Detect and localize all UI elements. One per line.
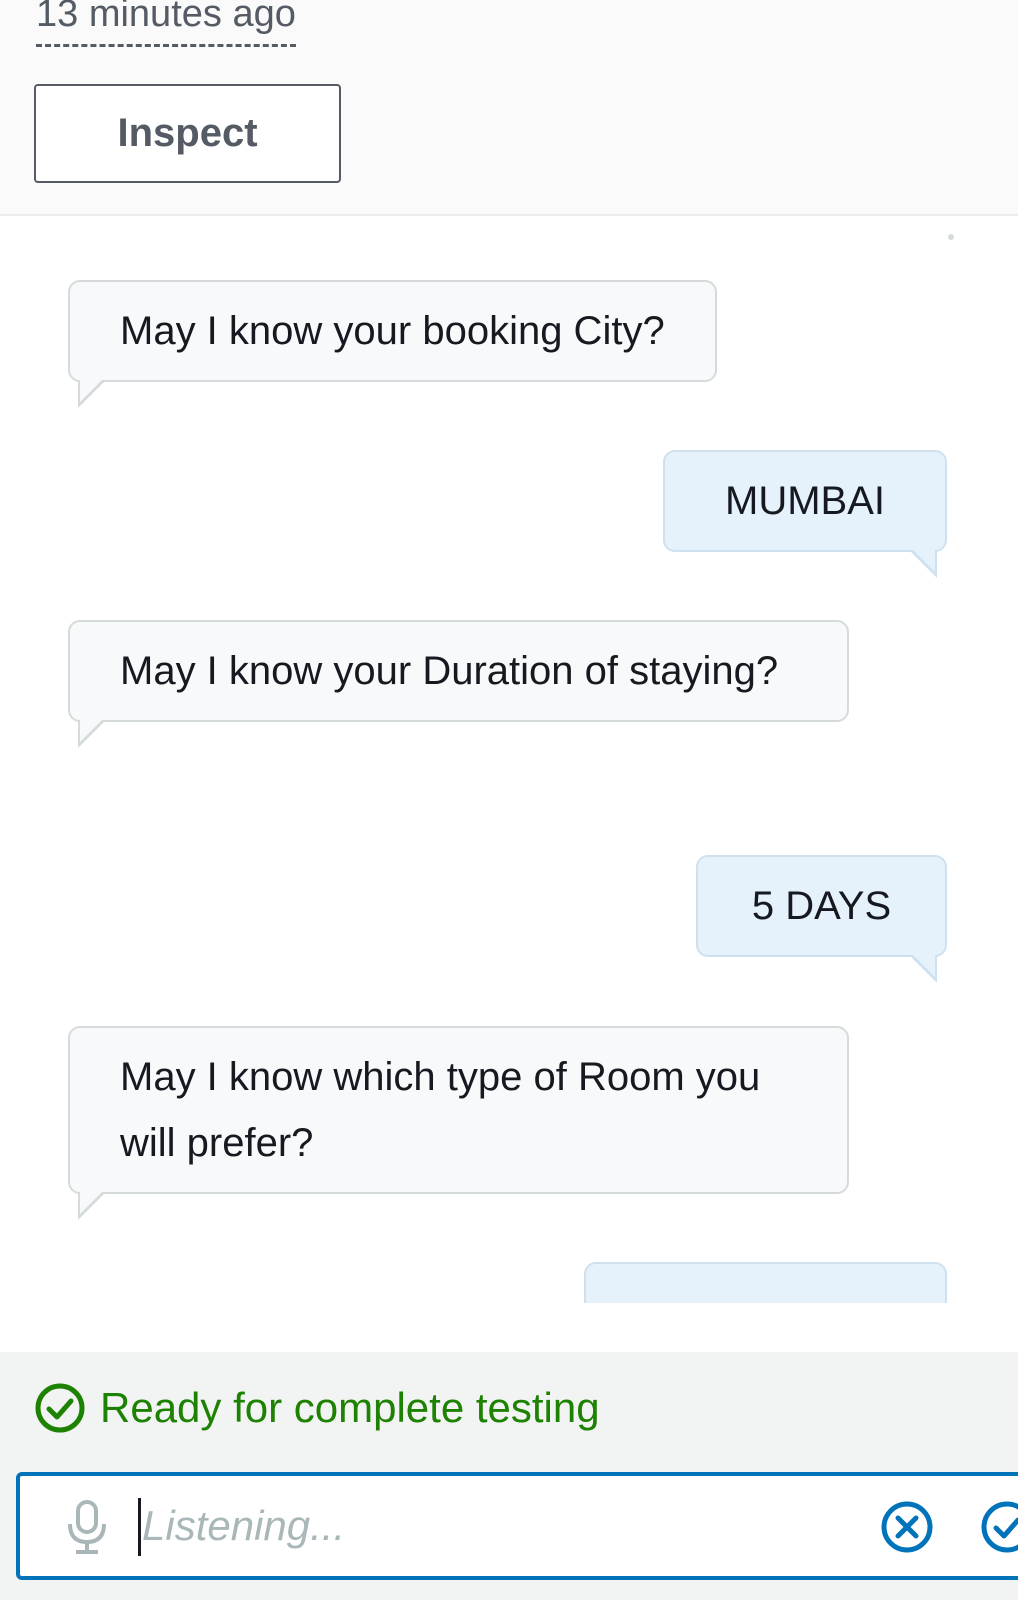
- bubble-tail: [78, 1190, 106, 1220]
- message-text: MUMBAI: [725, 479, 885, 523]
- version-header: 13 minutes ago Inspect: [0, 0, 1018, 216]
- status-indicator: Ready for complete testing: [34, 1382, 600, 1434]
- message-text: May I know your booking City?: [120, 309, 665, 353]
- conversation-area[interactable]: May I know your booking City? MUMBAI May…: [0, 218, 1018, 1303]
- bubble-tail: [78, 378, 106, 408]
- inspect-button[interactable]: Inspect: [34, 84, 341, 183]
- message-input[interactable]: [142, 1486, 822, 1566]
- user-message: MUMBAI: [663, 450, 947, 578]
- chat-test-panel: 13 minutes ago Inspect May I know your b…: [0, 0, 1018, 1600]
- microphone-icon[interactable]: [64, 1498, 110, 1556]
- message-text: May I know your Duration of staying?: [120, 649, 779, 693]
- user-message-partial: [584, 1262, 947, 1303]
- bot-message: May I know your Duration of staying?: [68, 620, 849, 748]
- bot-message: May I know which type of Room you will p…: [68, 1026, 849, 1220]
- user-message: 5 DAYS: [696, 855, 947, 983]
- status-text: Ready for complete testing: [100, 1384, 600, 1431]
- status-bar: Ready for complete testing: [0, 1352, 1018, 1600]
- message-text: May I know which type of Room you will p…: [120, 1055, 761, 1165]
- bubble-tail: [78, 718, 106, 748]
- clear-x-circle-icon[interactable]: [878, 1498, 936, 1556]
- message-text: 5 DAYS: [751, 884, 892, 928]
- bubble-tail: [909, 548, 937, 578]
- text-caret: [138, 1498, 141, 1556]
- last-built-timestamp[interactable]: 13 minutes ago: [36, 0, 296, 47]
- scroll-indicator: [948, 234, 954, 240]
- bubble-tail: [909, 953, 937, 983]
- check-circle-icon: [35, 1383, 85, 1433]
- bot-message: May I know your booking City?: [68, 280, 717, 408]
- message-input-box[interactable]: [16, 1472, 1018, 1580]
- check-submit-icon[interactable]: [978, 1498, 1018, 1556]
